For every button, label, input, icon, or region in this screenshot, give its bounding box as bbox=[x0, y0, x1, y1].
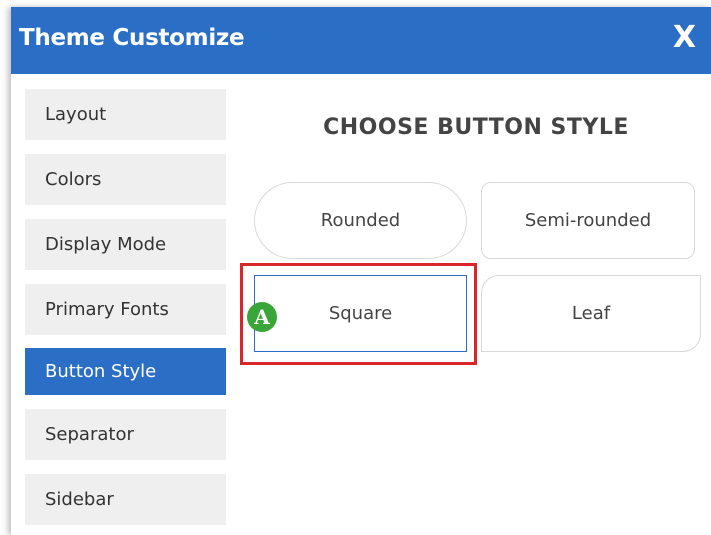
sidebar-item-button-style[interactable]: Button Style bbox=[25, 348, 226, 395]
window-title: Theme Customize bbox=[19, 25, 245, 51]
title-bar: Theme Customize X bbox=[11, 7, 711, 74]
style-option-leaf[interactable]: Leaf bbox=[481, 275, 701, 352]
sidebar-item-separator[interactable]: Separator bbox=[25, 409, 226, 460]
sidebar-item-display-mode[interactable]: Display Mode bbox=[25, 219, 226, 270]
style-option-semi-rounded[interactable]: Semi-rounded bbox=[481, 182, 695, 259]
theme-customize-window: Theme Customize X Layout Colors Display … bbox=[11, 7, 711, 535]
sidebar-item-sidebar[interactable]: Sidebar bbox=[25, 474, 226, 525]
annotation-marker: A bbox=[247, 302, 277, 332]
section-heading: CHOOSE BUTTON STYLE bbox=[323, 115, 629, 140]
sidebar-item-layout[interactable]: Layout bbox=[25, 89, 226, 140]
sidebar-item-primary-fonts[interactable]: Primary Fonts bbox=[25, 284, 226, 335]
style-option-rounded[interactable]: Rounded bbox=[254, 182, 467, 259]
close-button[interactable]: X bbox=[673, 20, 696, 56]
sidebar-item-colors[interactable]: Colors bbox=[25, 154, 226, 205]
